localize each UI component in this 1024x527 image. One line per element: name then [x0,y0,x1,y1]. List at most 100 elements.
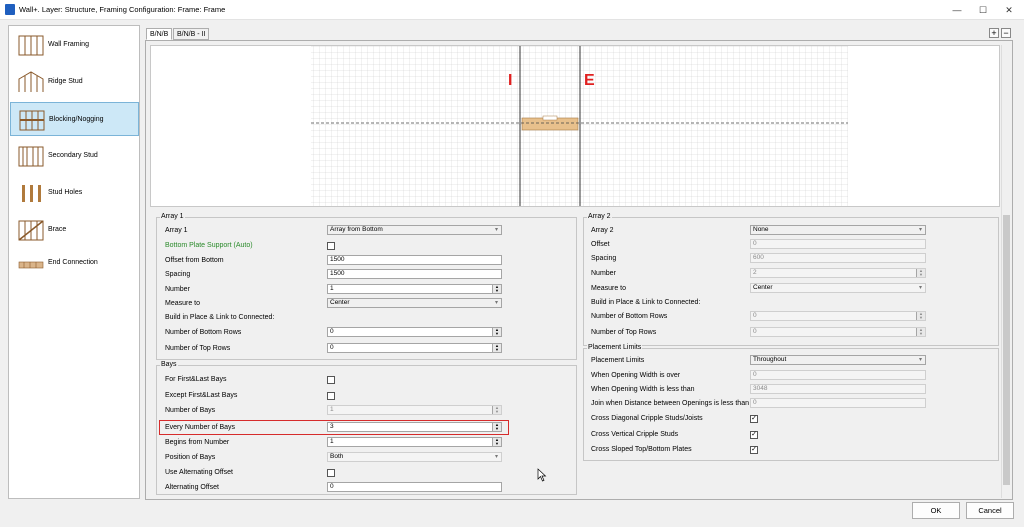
bays-every-stepper[interactable]: 3 ▲ ▼ [327,422,502,432]
close-button[interactable]: ✕ [996,3,1022,17]
remove-tab-button[interactable]: − [1001,28,1011,38]
bays-first-last-row: For First&Last Bays [165,374,565,386]
spinner-icon[interactable]: ▲ ▼ [916,312,925,320]
array1-number-stepper[interactable]: 1 ▲ ▼ [327,284,502,294]
bays-alt-offset-input[interactable]: 0 [327,482,502,492]
tab-bnb-ii[interactable]: B/N/B - II [173,28,210,40]
array2-offset-label: Offset [591,241,610,248]
array1-type-row: Array 1 Array from Bottom ▾ [165,225,565,237]
chevron-down-icon: ▾ [494,227,498,233]
sidebar-item-wall-framing[interactable]: Wall Framing [10,28,139,62]
secondary-stud-icon [18,146,44,167]
cancel-button[interactable]: Cancel [966,502,1014,519]
array1-offset-label: Offset from Bottom [165,257,224,264]
array2-type-label: Array 2 [591,227,614,234]
sidebar-item-label: Brace [48,226,67,233]
bays-begins-stepper[interactable]: 1 ▲ ▼ [327,437,502,447]
add-tab-button[interactable]: + [989,28,999,38]
placement-join-input[interactable]: 0 [750,398,926,408]
array1-group: Array 1 Array 1 Array from Bottom ▾ Botto… [156,213,577,360]
bays-position-value: Both [330,453,344,460]
placement-vert-checkbox[interactable]: ✓ [750,431,758,439]
array2-offset-input[interactable]: 0 [750,239,926,249]
sidebar-item-label: Wall Framing [48,41,89,48]
maximize-button[interactable]: ☐ [970,3,996,17]
preview-canvas[interactable]: I E [150,45,1000,207]
bays-first-last-label: For First&Last Bays [165,376,227,383]
array1-number-row: Number 1 ▲ ▼ [165,284,565,296]
placement-less-row: When Opening Width is less than 3048 [591,384,991,396]
placement-vert-label: Cross Vertical Cripple Studs [591,431,679,438]
scrollbar-thumb[interactable] [1003,215,1010,485]
sidebar: Wall Framing Ridge Stud Blocking/Nogging… [8,25,140,499]
placement-over-row: When Opening Width is over 0 [591,370,991,382]
placement-less-input[interactable]: 3048 [750,384,926,394]
vertical-scrollbar[interactable] [1001,45,1011,498]
spinner-icon[interactable]: ▲ ▼ [492,423,501,431]
array2-type-select[interactable]: None ▾ [750,225,926,235]
spinner-icon[interactable]: ▲ ▼ [492,328,501,336]
spinner-icon[interactable]: ▲ ▼ [492,406,501,414]
array1-spacing-input[interactable]: 1500 [327,269,502,279]
tab-content: I E Array 1 Array 1 Array from Bottom ▾ B… [145,40,1013,500]
spinner-icon[interactable]: ▲ ▼ [916,269,925,277]
bays-every-label: Every Number of Bays [165,424,236,431]
sidebar-item-label: Secondary Stud [48,152,98,159]
placement-over-input[interactable]: 0 [750,370,926,380]
ridge-stud-icon [18,71,44,92]
bays-alt-offset-label: Alternating Offset [165,484,219,491]
sidebar-item-blocking-nogging[interactable]: Blocking/Nogging [10,102,139,136]
sidebar-item-brace[interactable]: Brace [10,213,139,247]
array1-top-rows-label: Number of Top Rows [165,345,231,352]
placement-diag-checkbox[interactable]: ✓ [750,415,758,423]
minimize-button[interactable]: — [944,3,970,17]
bays-begins-label: Begins from Number [165,439,230,446]
sidebar-item-end-connection[interactable]: End Connection [10,248,139,282]
sidebar-item-secondary-stud[interactable]: Secondary Stud [10,139,139,173]
bays-title: Bays [160,361,178,368]
spinner-icon[interactable]: ▲ ▼ [916,328,925,336]
bays-number-value: 1 [330,406,334,413]
sidebar-item-stud-holes[interactable]: Stud Holes [10,176,139,210]
wall-framing-icon [18,35,44,56]
array1-type-label: Array 1 [165,227,188,234]
bays-first-last-checkbox[interactable] [327,376,335,384]
array2-top-rows-stepper[interactable]: 0 ▲ ▼ [750,327,926,337]
bays-position-select[interactable]: Both ▾ [327,452,502,462]
array1-offset-row: Offset from Bottom 1500 [165,255,565,267]
array2-top-rows-row: Number of Top Rows 0 ▲ ▼ [591,327,991,339]
array1-type-select[interactable]: Array from Bottom ▾ [327,225,502,235]
placement-sloped-checkbox[interactable]: ✓ [750,446,758,454]
cursor-icon [537,468,547,482]
bays-number-stepper[interactable]: 1 ▲ ▼ [327,405,502,415]
array1-top-rows-stepper[interactable]: 0 ▲ ▼ [327,343,502,353]
sidebar-item-ridge-stud[interactable]: Ridge Stud [10,65,139,99]
bays-except-checkbox[interactable] [327,392,335,400]
array1-bottom-plate-checkbox[interactable] [327,242,335,250]
array1-offset-input[interactable]: 1500 [327,255,502,265]
ok-button[interactable]: OK [912,502,960,519]
array2-measure-select[interactable]: Center ▾ [750,283,926,293]
array1-measure-select[interactable]: Center ▾ [327,298,502,308]
spinner-icon[interactable]: ▲ ▼ [492,285,501,293]
placement-limits-select[interactable]: Throughout ▾ [750,355,926,365]
array1-bottom-rows-stepper[interactable]: 0 ▲ ▼ [327,327,502,337]
spinner-icon[interactable]: ▲ ▼ [492,438,501,446]
array1-top-rows-value: 0 [330,344,334,351]
chevron-down-icon: ▾ [494,300,498,306]
array1-top-rows-row: Number of Top Rows 0 ▲ ▼ [165,343,565,355]
bays-use-alt-checkbox[interactable] [327,469,335,477]
array2-bottom-rows-stepper[interactable]: 0 ▲ ▼ [750,311,926,321]
bays-alt-offset-row: Alternating Offset 0 [165,482,565,494]
placement-less-label: When Opening Width is less than [591,386,695,393]
array2-measure-row: Measure to Center ▾ [591,283,991,295]
array2-number-stepper[interactable]: 2 ▲ ▼ [750,268,926,278]
sidebar-item-label: Stud Holes [48,189,83,196]
array2-spacing-input[interactable]: 600 [750,253,926,263]
tab-bnb[interactable]: B/N/B [146,28,173,40]
array2-type-value: None [753,226,769,233]
array1-bottom-plate-label: Bottom Plate Support (Auto) [165,242,253,249]
placement-diag-label: Cross Diagonal Cripple Studs/Joists [591,415,703,422]
spinner-icon[interactable]: ▲ ▼ [492,344,501,352]
bays-position-row: Position of Bays Both ▾ [165,452,565,464]
